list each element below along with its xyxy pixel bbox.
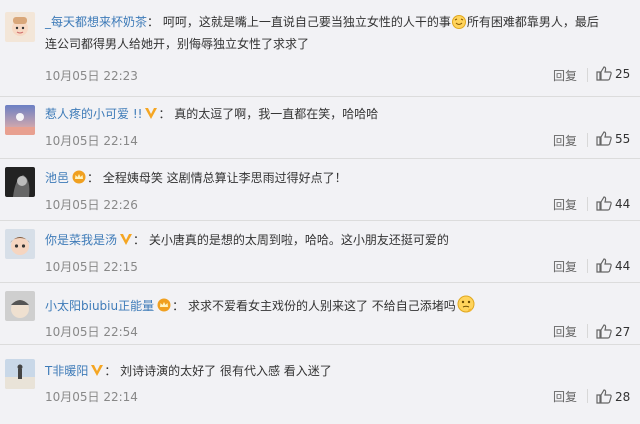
like-count: 55 (615, 131, 631, 146)
username[interactable]: _每天都想来杯奶茶 (45, 15, 147, 29)
reply-button[interactable]: 回复 (553, 258, 577, 275)
comment-time: 10月05日 22:26 (45, 198, 138, 212)
verified-badge-icon (90, 362, 104, 384)
comment-time: 10月05日 22:54 (45, 325, 138, 339)
thumbs-up-icon (596, 196, 612, 211)
thinking-face-emoji (457, 295, 475, 320)
comment-item: 小太阳biubiu正能量： 求求不爱看女主戏份的人别来这了 不给自己添堵吗 10… (0, 283, 640, 345)
comment-content-line2: 连公司都得男人给她开，别侮辱独立女性了求求了 (45, 37, 310, 51)
crown-badge-icon (156, 297, 172, 319)
comment-content: 关小唐真的是想的太周到啦，哈哈。这小朋友还挺可爱的 (148, 233, 449, 247)
divider (587, 133, 588, 147)
comment-time: 10月05日 22:23 (45, 69, 138, 83)
comment-text-line: 池邑： 全程姨母笑 这剧情总算让李思雨过得好点了！ (45, 167, 632, 191)
comment-content: 全程姨母笑 这剧情总算让李思雨过得好点了！ (102, 171, 347, 185)
thumbs-up-icon (596, 324, 612, 339)
comment-list: _每天都想来杯奶茶： 呵呵，这就是嘴上一直说自己要当独立女性的人干的事 所有困难都… (0, 0, 640, 424)
avatar[interactable] (5, 12, 35, 42)
thumbs-up-icon (596, 258, 612, 273)
comment-item: T非暖阳： 刘诗诗演的太好了 很有代入感 看入迷了 10月05日 22:14 回… (0, 345, 640, 424)
reply-button[interactable]: 回复 (553, 132, 577, 149)
comment-time: 10月05日 22:14 (45, 134, 138, 148)
username[interactable]: 惹人疼的小可爱 !! (45, 107, 142, 121)
like-button[interactable]: 44 (596, 258, 630, 273)
like-button[interactable]: 25 (596, 66, 630, 81)
avatar[interactable] (5, 359, 35, 389)
like-button[interactable]: 55 (596, 131, 630, 146)
avatar[interactable] (5, 229, 35, 259)
like-count: 44 (615, 258, 631, 273)
divider (587, 68, 588, 82)
verified-badge-icon (144, 105, 158, 127)
username[interactable]: 你是菜我是汤 (45, 233, 117, 247)
divider (587, 197, 588, 211)
comment-time: 10月05日 22:15 (45, 260, 138, 274)
like-button[interactable]: 28 (596, 389, 630, 404)
comment-item: _每天都想来杯奶茶： 呵呵，这就是嘴上一直说自己要当独立女性的人干的事 所有困难都… (0, 0, 640, 97)
comment-time: 10月05日 22:14 (45, 390, 138, 404)
like-button[interactable]: 27 (596, 324, 630, 339)
reply-button[interactable]: 回复 (553, 323, 577, 340)
comment-text-line: 小太阳biubiu正能量： 求求不爱看女主戏份的人别来这了 不给自己添堵吗 (45, 295, 632, 320)
like-count: 27 (615, 324, 631, 339)
comment-item: 你是菜我是汤： 关小唐真的是想的太周到啦，哈哈。这小朋友还挺可爱的 10月05日… (0, 221, 640, 283)
comment-text-line: 你是菜我是汤： 关小唐真的是想的太周到啦，哈哈。这小朋友还挺可爱的 (45, 229, 632, 253)
comment-content: 真的太逗了啊，我一直都在笑，哈哈哈 (174, 107, 379, 121)
comment-text-line: T非暖阳： 刘诗诗演的太好了 很有代入感 看入迷了 (45, 360, 632, 384)
reply-button[interactable]: 回复 (553, 196, 577, 213)
reply-button[interactable]: 回复 (553, 388, 577, 405)
verified-badge-icon (119, 231, 133, 253)
colon-separator: ： (147, 15, 163, 29)
reply-button[interactable]: 回复 (553, 67, 577, 84)
thumbs-up-icon (596, 389, 612, 404)
avatar[interactable] (5, 167, 35, 197)
comment-item: 池邑： 全程姨母笑 这剧情总算让李思雨过得好点了！ 10月05日 22:26 回… (0, 159, 640, 221)
comment-content: 求求不爱看女主戏份的人别来这了 不给自己添堵吗 (187, 299, 456, 313)
username[interactable]: 小太阳biubiu正能量 (45, 299, 154, 313)
avatar[interactable] (5, 291, 35, 321)
comment-content: 刘诗诗演的太好了 很有代入感 看入迷了 (120, 364, 332, 378)
comment-item: 惹人疼的小可爱 !!： 真的太逗了啊，我一直都在笑，哈哈哈 10月05日 22:… (0, 97, 640, 159)
smile-face-emoji (451, 14, 466, 36)
like-count: 28 (615, 389, 631, 404)
comment-content: 呵呵，这就是嘴上一直说自己要当独立女性的人干的事 (162, 15, 451, 29)
comment-content-cont: 所有困难都靠男人，最后 (466, 15, 599, 29)
thumbs-up-icon (596, 131, 612, 146)
comment-text-line: 惹人疼的小可爱 !!： 真的太逗了啊，我一直都在笑，哈哈哈 (45, 103, 632, 127)
divider (587, 324, 588, 338)
divider (587, 389, 588, 403)
crown-badge-icon (71, 169, 87, 191)
divider (587, 259, 588, 273)
like-count: 44 (615, 196, 631, 211)
username[interactable]: 池邑 (45, 171, 69, 185)
like-button[interactable]: 44 (596, 196, 630, 211)
thumbs-up-icon (596, 66, 612, 81)
like-count: 25 (615, 66, 631, 81)
username[interactable]: T非暖阳 (45, 364, 88, 378)
avatar[interactable] (5, 105, 35, 135)
